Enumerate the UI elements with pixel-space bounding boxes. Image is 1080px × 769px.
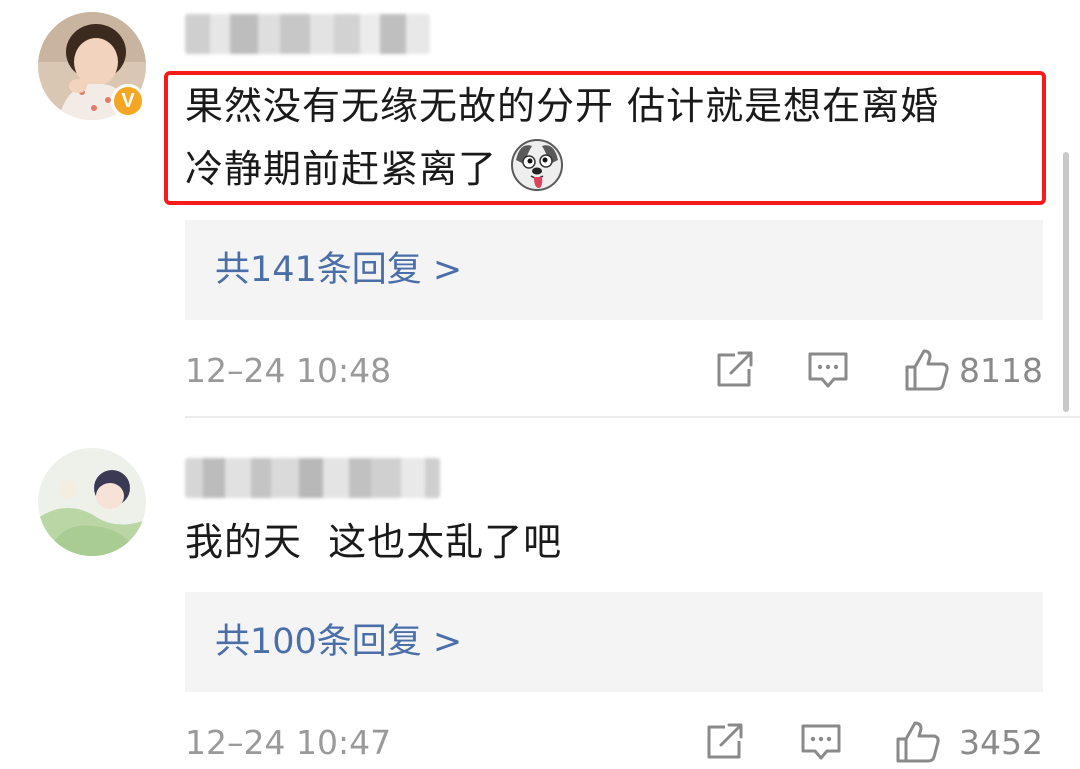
view-replies-link[interactable]: 共141条回复 > [215, 246, 462, 294]
husky-dog-tongue-emoji [511, 139, 564, 191]
share-icon[interactable] [711, 347, 757, 393]
timestamp: 12–24 10:47 [185, 723, 392, 762]
comment-text-line: 冷静期前赶紧离了 [185, 138, 939, 201]
comment-text: 我的天 这也太乱了吧 [185, 511, 562, 574]
comment-meta: 12–24 10:48 8118 [185, 347, 1043, 395]
thumbs-up-icon[interactable] [903, 347, 951, 393]
comment-text-line-part: 冷静期前赶紧离了 [185, 147, 498, 191]
view-replies-link[interactable]: 共100条回复 > [215, 618, 462, 666]
username-blurred[interactable] [185, 458, 440, 498]
replies-box[interactable]: 共100条回复 > [185, 592, 1043, 692]
comment-text: 果然没有无缘无故的分开 估计就是想在离婚 冷静期前赶紧离了 [185, 75, 939, 201]
share-icon[interactable] [701, 719, 747, 765]
comment-icon[interactable] [798, 719, 844, 765]
comment-text-line: 果然没有无缘无故的分开 估计就是想在离婚 [185, 84, 940, 128]
comment-text-line: 我的天 这也太乱了吧 [185, 520, 563, 564]
scrollbar[interactable] [1063, 152, 1069, 412]
verified-badge-icon: V [111, 84, 145, 118]
comment-icon[interactable] [805, 347, 851, 393]
avatar[interactable] [38, 448, 146, 556]
timestamp: 12–24 10:48 [185, 351, 392, 390]
comment-meta: 12–24 10:47 3452 [185, 719, 1043, 767]
divider [185, 416, 1080, 418]
like-count: 3452 [959, 723, 1043, 762]
thumbs-up-icon[interactable] [894, 719, 942, 765]
username-blurred[interactable] [185, 14, 430, 54]
like-count: 8118 [959, 351, 1043, 390]
replies-box[interactable]: 共141条回复 > [185, 220, 1043, 320]
